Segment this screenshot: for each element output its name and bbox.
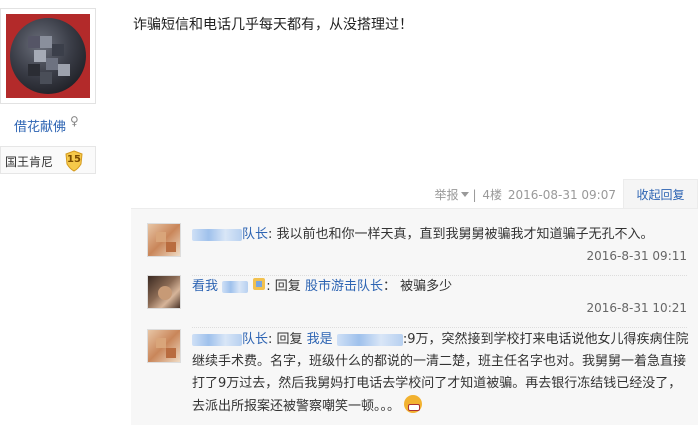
reply-time: 2016-8-31 10:21 <box>586 301 688 315</box>
blurred-username[interactable] <box>336 333 403 346</box>
user-panel: 借花献佛 ♀ 国王肯尼 15 <box>0 0 96 425</box>
chevron-down-icon[interactable] <box>460 192 469 197</box>
reply-text: : 我以前也和你一样天真，直到我舅舅被骗我才知道骗子无孔不入。 <box>268 227 654 242</box>
level-number: 15 <box>67 154 81 165</box>
reply-item: 队长: 我以前也和你一样天真，直到我舅舅被骗我才知道骗子无孔不入。 2016-8… <box>147 223 688 276</box>
reply-time: 2016-8-31 09:11 <box>586 249 688 263</box>
reply-author-prefix[interactable]: 看我 <box>192 279 218 294</box>
username-link[interactable]: 借花献佛 <box>14 116 66 135</box>
blurred-username[interactable] <box>192 228 242 241</box>
reply-avatar[interactable] <box>147 275 181 309</box>
reply-label: : 回复 <box>268 332 303 347</box>
reply-label: : 回复 <box>266 279 301 294</box>
floor-number: 4楼 <box>482 188 503 202</box>
reply-item: 队长: 回复 我是 :9万，突然接到学校打来电话说他女儿得疾病住院继续手术费。名… <box>147 329 688 425</box>
reply-avatar[interactable] <box>147 329 181 363</box>
post-time: 2016-08-31 09:07 <box>507 188 616 202</box>
reply-to-prefix[interactable]: 我是 <box>307 332 333 347</box>
reply-author-suffix[interactable]: 队长 <box>242 227 268 242</box>
blurred-username[interactable] <box>222 280 249 293</box>
reply-author-suffix[interactable]: 队长 <box>242 332 268 347</box>
rank-name: 国王肯尼 <box>5 155 54 169</box>
reply-list: 队长: 我以前也和你一样天真，直到我舅舅被骗我才知道骗子无孔不入。 2016-8… <box>131 208 698 425</box>
avatar-image <box>6 14 90 98</box>
rank-badge-box[interactable]: 国王肯尼 15 <box>0 146 96 174</box>
reply-text: ： 被骗多少 <box>382 279 453 294</box>
female-icon: ♀ <box>70 114 79 128</box>
level-shield-icon: 15 <box>64 150 84 172</box>
collapse-replies-button[interactable]: 收起回复 <box>623 179 698 209</box>
report-link[interactable]: 举报 <box>435 188 459 202</box>
post-meta: 举报 | 4楼 2016-08-31 09:07 <box>434 188 616 202</box>
user-avatar[interactable] <box>0 8 96 104</box>
reply-to-user[interactable]: 股市游击队长 <box>305 279 383 294</box>
post-content: 诈骗短信和电话几乎每天都有，从没搭理过！ <box>133 17 413 33</box>
reply-item: 看我 : 回复 股市游击队长： 被骗多少 2016-8-31 10:21 <box>147 275 688 328</box>
blurred-username[interactable] <box>192 333 242 346</box>
user-badge-icon <box>252 276 266 292</box>
grin-emoji-icon <box>404 395 423 413</box>
reply-avatar[interactable] <box>147 223 181 257</box>
